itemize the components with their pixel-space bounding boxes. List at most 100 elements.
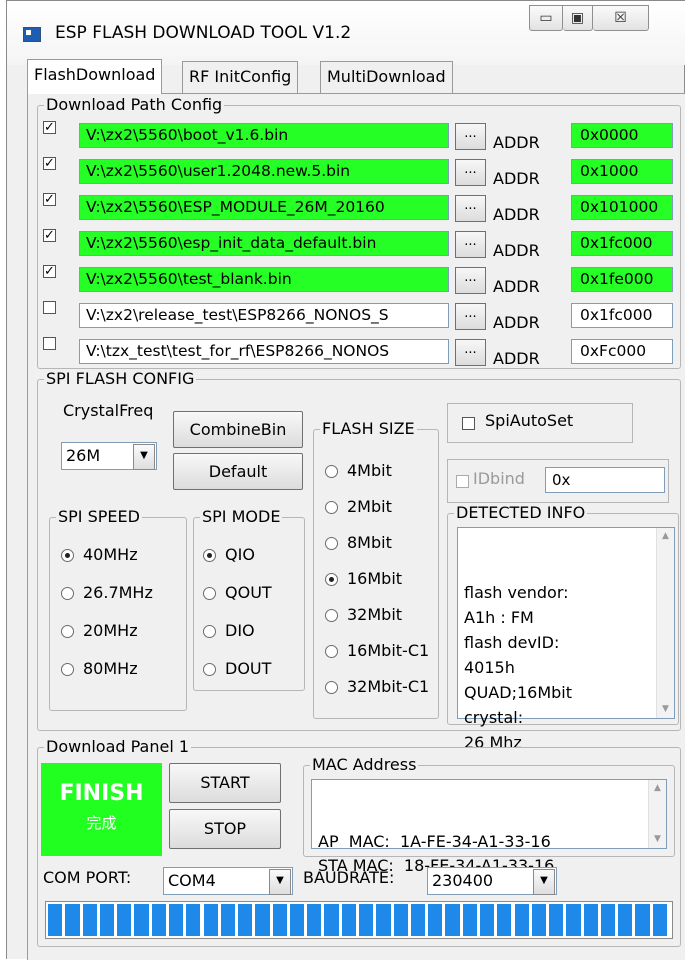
chevron-down-icon[interactable]: ▼ <box>269 869 291 895</box>
com-port-label: COM PORT: <box>43 868 132 887</box>
detected-info-line: 4015h <box>464 658 515 677</box>
mac-address-scrollbar[interactable]: ▲ ▼ <box>648 780 666 848</box>
close-button[interactable]: ☒ <box>593 5 649 31</box>
radio-flash_size-1[interactable] <box>325 501 338 514</box>
scroll-up-icon[interactable]: ▲ <box>657 528 674 545</box>
radio-spi_speed-1[interactable] <box>61 587 74 600</box>
stop-button[interactable]: STOP <box>169 809 281 849</box>
browse-button[interactable]: ... <box>455 231 486 258</box>
spi-auto-set-checkbox[interactable] <box>462 417 475 430</box>
com-port-select[interactable]: COM4 ▼ <box>163 867 293 895</box>
path-input[interactable]: V:\zx2\5560\test_blank.bin <box>79 267 449 292</box>
idbind-label: IDbind <box>473 469 525 488</box>
progress-segment <box>151 904 166 936</box>
radio-label-flash_size: 8Mbit <box>347 533 392 552</box>
addr-input[interactable]: 0x1fc000 <box>571 231 673 256</box>
progress-segment <box>99 904 115 936</box>
radio-spi_mode-2[interactable] <box>203 625 216 638</box>
radio-spi_speed-0[interactable] <box>61 549 74 562</box>
radio-flash_size-3[interactable] <box>325 573 338 586</box>
browse-button[interactable]: ... <box>455 195 486 222</box>
chevron-down-icon[interactable]: ▼ <box>133 444 155 470</box>
progress-segment <box>376 904 391 936</box>
crystal-freq-value: 26M <box>66 446 101 465</box>
browse-button[interactable]: ... <box>455 123 486 150</box>
scroll-up-icon[interactable]: ▲ <box>649 780 666 797</box>
radio-spi_mode-1[interactable] <box>203 587 216 600</box>
radio-spi_mode-3[interactable] <box>203 663 216 676</box>
addr-label: ADDR <box>493 349 540 368</box>
crystal-freq-select[interactable]: 26M ▼ <box>61 442 157 470</box>
crystal-freq-label: CrystalFreq <box>63 401 154 420</box>
window-title: ESP FLASH DOWNLOAD TOOL V1.2 <box>55 23 352 43</box>
path-enable-checkbox[interactable]: ✓ <box>43 157 56 170</box>
radio-spi_speed-2[interactable] <box>61 625 74 638</box>
path-enable-checkbox[interactable]: ✓ <box>43 121 56 134</box>
progress-segment <box>134 904 149 936</box>
radio-label-flash_size: 2Mbit <box>347 497 392 516</box>
path-input[interactable]: V:\zx2\5560\user1.2048.new.5.bin <box>79 159 449 184</box>
progress-segment <box>428 904 443 936</box>
progress-segment <box>220 904 236 936</box>
path-enable-checkbox[interactable] <box>43 301 56 314</box>
tab-flashdownload[interactable]: FlashDownload <box>27 59 163 94</box>
path-input[interactable]: V:\zx2\release_test\ESP8266_NONOS_S <box>79 303 449 328</box>
radio-spi_speed-3[interactable] <box>61 663 74 676</box>
detected-info-line: flash vendor: <box>464 583 569 602</box>
path-input[interactable]: V:\zx2\5560\boot_v1.6.bin <box>79 123 449 148</box>
default-button[interactable]: Default <box>173 453 303 490</box>
browse-button[interactable]: ... <box>455 267 486 294</box>
path-input[interactable]: V:\zx2\5560\esp_init_data_default.bin <box>79 231 449 256</box>
detected-info-scrollbar[interactable]: ▲ ▼ <box>656 528 674 718</box>
progress-segment <box>462 904 477 936</box>
radio-label-spi_speed: 26.7MHz <box>83 583 153 602</box>
path-input[interactable]: V:\tzx_test\test_for_rf\ESP8266_NONOS <box>79 339 449 364</box>
addr-input[interactable]: 0x101000 <box>571 195 673 220</box>
progress-segment <box>289 904 305 936</box>
path-enable-checkbox[interactable] <box>43 337 56 350</box>
browse-button[interactable]: ... <box>455 339 486 366</box>
minimize-button[interactable]: ▭ <box>529 5 563 31</box>
start-button[interactable]: START <box>169 763 281 803</box>
flash-size-legend: FLASH SIZE <box>320 419 417 439</box>
title-bar[interactable]: ESP FLASH DOWNLOAD TOOL V1.2 ▭ ▣ ☒ <box>7 1 685 65</box>
addr-input[interactable]: 0x1000 <box>571 159 673 184</box>
path-enable-checkbox[interactable]: ✓ <box>43 229 56 242</box>
scroll-down-icon[interactable]: ▼ <box>657 701 674 718</box>
addr-input[interactable]: 0x0000 <box>571 123 673 148</box>
addr-input[interactable]: 0x1fc000 <box>571 303 673 328</box>
idbind-input[interactable]: 0x <box>545 467 665 493</box>
combine-bin-button[interactable]: CombineBin <box>173 411 303 448</box>
chevron-down-icon[interactable]: ▼ <box>533 869 555 895</box>
browse-button[interactable]: ... <box>455 159 486 186</box>
radio-flash_size-5[interactable] <box>325 645 338 658</box>
radio-flash_size-2[interactable] <box>325 537 338 550</box>
maximize-button[interactable]: ▣ <box>563 5 593 31</box>
progress-segment <box>618 904 633 936</box>
mac-line: AP MAC: 1A-FE-34-A1-33-16 <box>318 832 551 851</box>
radio-spi_mode-0[interactable] <box>203 549 216 562</box>
browse-button[interactable]: ... <box>455 303 486 330</box>
addr-input[interactable]: 0xFc000 <box>571 339 673 364</box>
radio-flash_size-4[interactable] <box>325 609 338 622</box>
radio-label-flash_size: 4Mbit <box>347 461 392 480</box>
scroll-down-icon[interactable]: ▼ <box>649 831 666 848</box>
progress-segment <box>341 904 356 936</box>
tab-multidownload[interactable]: MultiDownload <box>320 61 453 93</box>
radio-label-spi_mode: QIO <box>225 545 255 564</box>
idbind-checkbox[interactable] <box>456 475 469 488</box>
tab-rf-initconfig[interactable]: RF InitConfig <box>182 61 299 93</box>
addr-input[interactable]: 0x1fe000 <box>571 267 673 292</box>
radio-flash_size-0[interactable] <box>325 465 338 478</box>
path-input[interactable]: V:\zx2\5560\ESP_MODULE_26M_20160 <box>79 195 449 220</box>
path-enable-checkbox[interactable]: ✓ <box>43 265 56 278</box>
progress-segment <box>479 904 495 936</box>
progress-segment <box>497 904 512 936</box>
radio-flash_size-6[interactable] <box>325 681 338 694</box>
mac-address-text[interactable]: AP MAC: 1A-FE-34-A1-33-16 STA MAC: 18-FE-… <box>311 779 667 875</box>
baudrate-select[interactable]: 230400 ▼ <box>427 867 557 895</box>
progress-bar <box>45 901 673 939</box>
detected-info-text[interactable]: flash vendor: A1h : FM flash devID: 4015h QU… <box>457 527 675 752</box>
path-enable-checkbox[interactable]: ✓ <box>43 193 56 206</box>
spi-flash-config-legend: SPI FLASH CONFIG <box>44 369 197 389</box>
